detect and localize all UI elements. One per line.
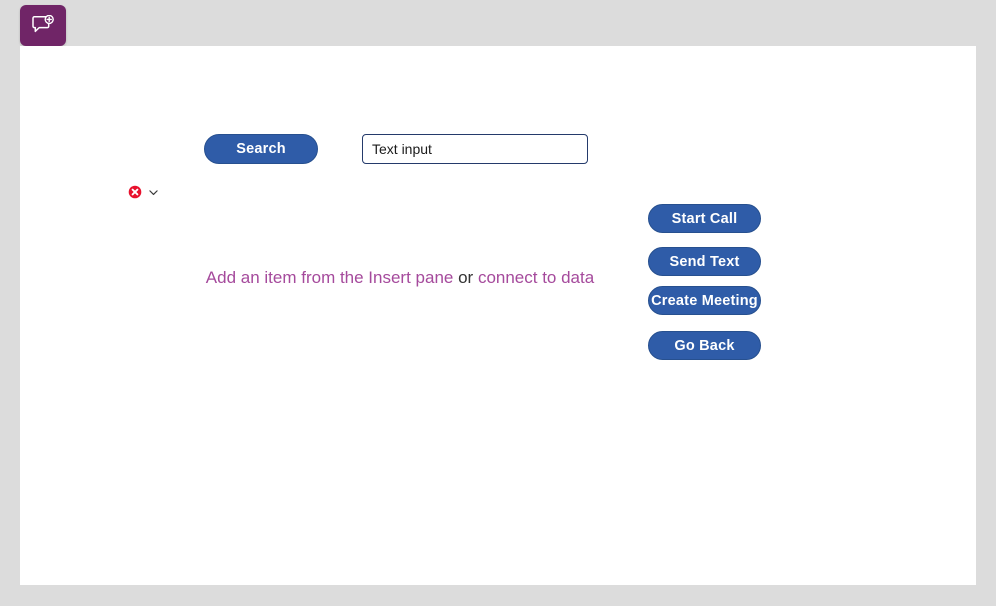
- send-text-button[interactable]: Send Text: [648, 247, 761, 276]
- search-input[interactable]: [362, 134, 588, 164]
- insert-prompt-conjunction: or: [453, 268, 478, 287]
- go-back-button[interactable]: Go Back: [648, 331, 761, 360]
- error-circle-x-icon[interactable]: [128, 185, 142, 199]
- create-meeting-button[interactable]: Create Meeting: [648, 286, 761, 315]
- speech-bubble-plus-icon: [31, 14, 55, 37]
- app-canvas: Search Add an item from the Insert pane …: [20, 46, 976, 585]
- error-indicator-row: [128, 185, 160, 199]
- insert-pane-link[interactable]: Add an item from the Insert pane: [206, 268, 454, 287]
- search-button[interactable]: Search: [204, 134, 318, 164]
- connect-to-data-link[interactable]: connect to data: [478, 268, 594, 287]
- app-tile-button[interactable]: [20, 5, 66, 46]
- chevron-down-icon[interactable]: [147, 186, 160, 199]
- start-call-button[interactable]: Start Call: [648, 204, 761, 233]
